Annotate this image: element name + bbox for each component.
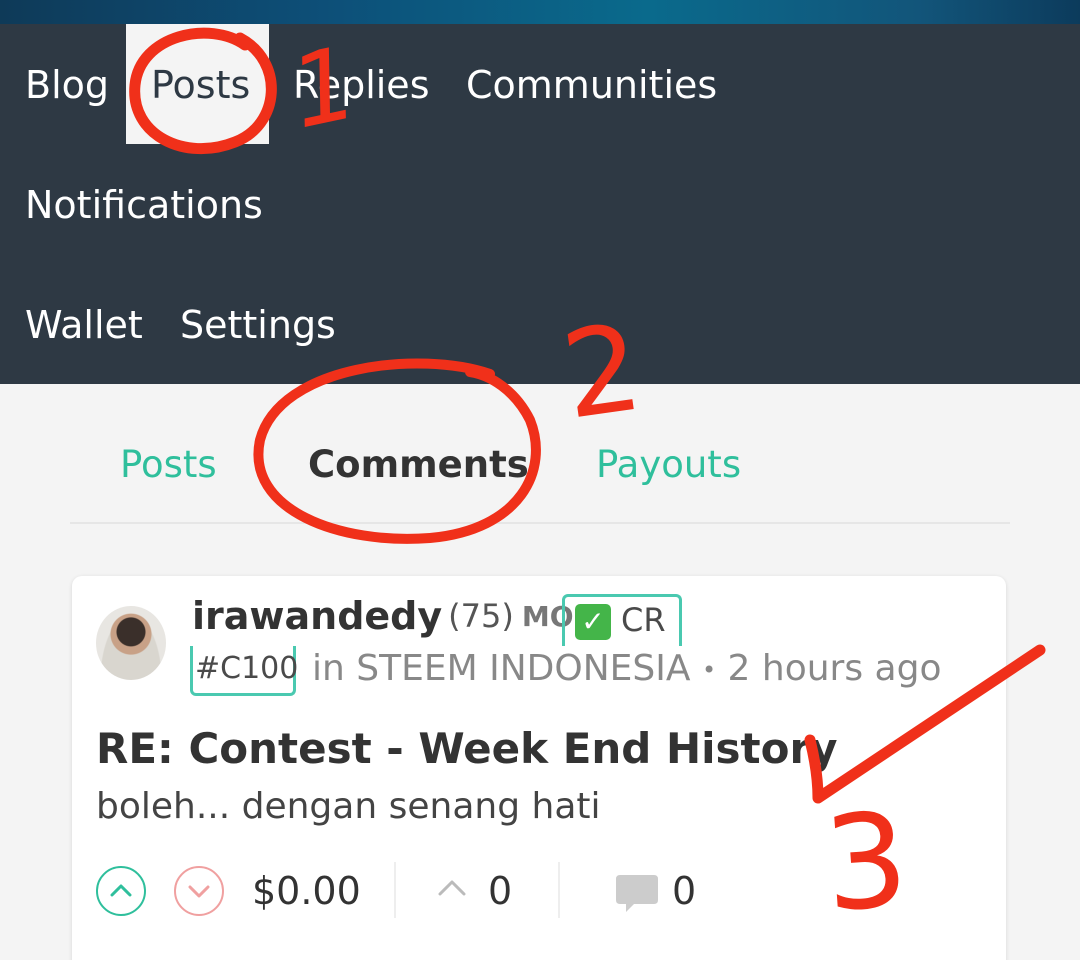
action-divider	[558, 862, 560, 918]
author-line: irawandedy (75) MOD	[192, 594, 597, 644]
subtab-posts[interactable]: Posts	[120, 442, 217, 488]
nav-item-wallet[interactable]: Wallet	[25, 302, 143, 348]
profile-nav: Blog Posts Replies Communities Notificat…	[0, 24, 1080, 384]
upvote-button[interactable]	[96, 866, 146, 916]
author-name[interactable]: irawandedy	[192, 594, 442, 638]
resteem-button[interactable]	[436, 872, 468, 906]
comments-button[interactable]	[614, 872, 660, 918]
post-body[interactable]: boleh... dengan senang hati	[96, 786, 601, 827]
badge-tag: #C100	[195, 651, 299, 686]
downvote-button[interactable]	[174, 866, 224, 916]
subtab-comments[interactable]: Comments	[308, 442, 529, 488]
community-tag-badge: #C100	[190, 646, 299, 696]
avatar[interactable]	[96, 606, 166, 680]
post-title[interactable]: RE: Contest - Week End History	[96, 724, 838, 773]
subtab-payouts[interactable]: Payouts	[596, 442, 741, 488]
sub-tabs: Posts Comments Payouts	[70, 384, 1010, 524]
meta-separator: •	[701, 656, 717, 684]
author-reputation: (75)	[448, 597, 514, 635]
nav-item-communities[interactable]: Communities	[466, 62, 717, 108]
post-timestamp[interactable]: 2 hours ago	[728, 648, 942, 689]
community-link[interactable]: in STEEM INDONESIA	[312, 648, 690, 689]
comment-card: irawandedy (75) MOD ✓ CR #C100 in STEEM IND…	[72, 576, 1006, 960]
community-title-badge: ✓ CR	[562, 594, 682, 646]
profile-cover-banner	[0, 0, 1080, 24]
comment-count: 0	[672, 869, 697, 913]
nav-item-replies[interactable]: Replies	[293, 62, 430, 108]
post-meta: in STEEM INDONESIA • 2 hours ago	[312, 646, 942, 693]
nav-item-settings[interactable]: Settings	[180, 302, 336, 348]
post-actions: $0.00 0 0	[96, 862, 796, 918]
chevron-up-icon	[110, 884, 132, 897]
caret-up-icon	[438, 880, 466, 896]
action-divider	[394, 862, 396, 918]
nav-item-posts[interactable]: Posts	[151, 62, 250, 108]
nav-item-blog[interactable]: Blog	[25, 62, 109, 108]
payout-value[interactable]: $0.00	[252, 866, 361, 916]
badge-text: CR	[621, 601, 666, 639]
checkmark-icon: ✓	[575, 604, 611, 640]
chevron-down-icon	[188, 885, 210, 898]
comment-bubble-icon	[616, 875, 658, 912]
resteem-count: 0	[488, 869, 513, 913]
nav-item-notifications[interactable]: Notifications	[25, 182, 263, 228]
